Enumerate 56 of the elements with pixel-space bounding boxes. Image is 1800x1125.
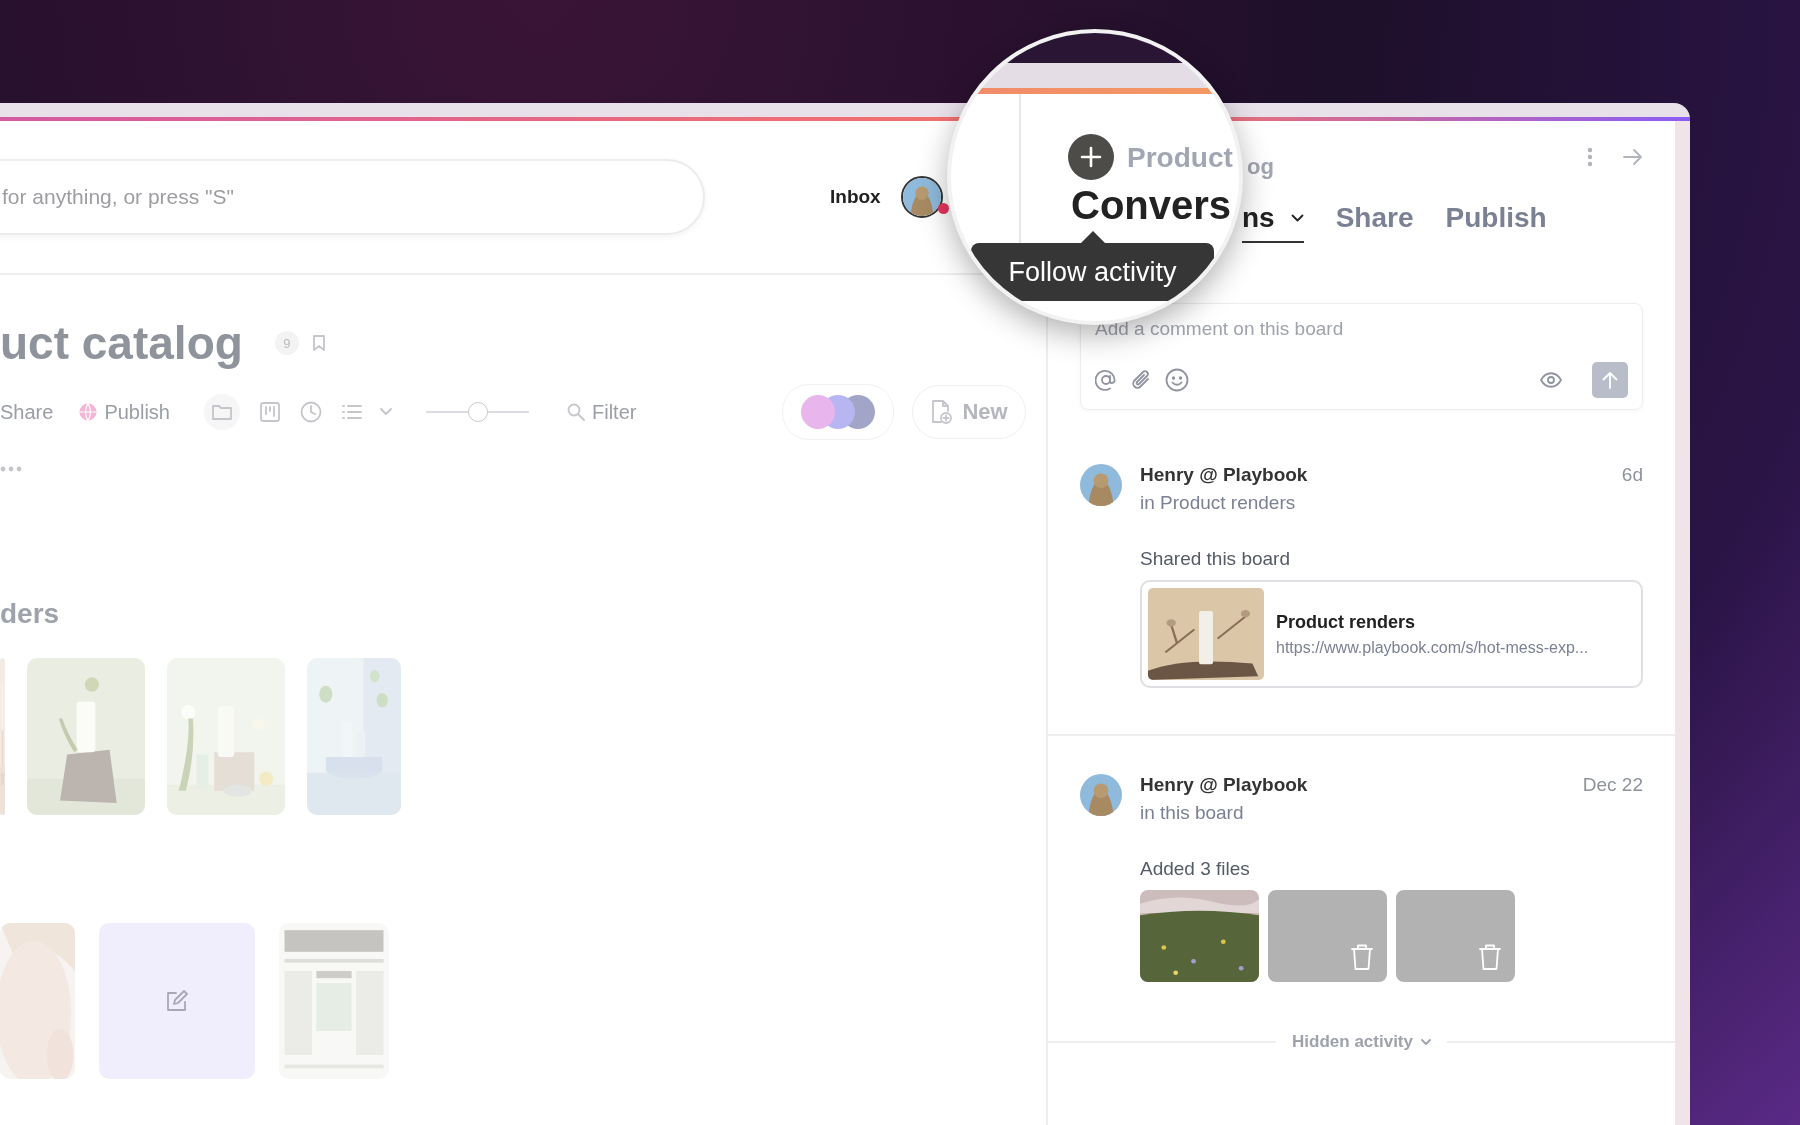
activity-context: in Product renders [1140, 492, 1297, 514]
board-title: uct catalog [0, 316, 243, 370]
chevron-down-icon [1420, 1039, 1431, 1045]
section-title: ders [0, 598, 61, 630]
bookmark-icon [311, 334, 326, 352]
inbox-link[interactable]: Inbox [830, 186, 881, 208]
search-field[interactable]: for anything, or press "S" [0, 159, 705, 235]
clock-icon [300, 401, 322, 423]
smiley-icon [1165, 368, 1189, 392]
activity-text: Added 3 files [1140, 858, 1251, 880]
filter-button[interactable]: Filter [567, 400, 637, 424]
arrow-up-icon [1602, 371, 1618, 389]
new-button[interactable]: New [912, 385, 1026, 439]
file-plus-icon [930, 400, 953, 424]
board-view-icon [260, 402, 280, 422]
avatar[interactable] [902, 178, 941, 216]
more-icon [1587, 147, 1593, 167]
activity-text: Shared this board [1140, 548, 1291, 570]
toolbar-link[interactable]: Share [0, 400, 54, 424]
send-button[interactable] [1592, 362, 1628, 398]
folder-icon [212, 403, 232, 421]
trash-icon [1479, 944, 1501, 970]
zoom-slider[interactable] [426, 402, 529, 422]
author-name: Henry @ Playbook [1140, 464, 1309, 486]
author-name: Henry @ Playbook [1140, 774, 1309, 796]
list-icon [342, 403, 362, 421]
more-icon [0, 466, 22, 472]
item-count: 9 [274, 331, 299, 355]
panel-tab[interactable]: Publish [1445, 193, 1547, 243]
at-sign-icon [1095, 369, 1117, 391]
link-title: Product renders [1276, 611, 1417, 633]
panel-tab[interactable]: ns [1242, 193, 1304, 243]
trash-icon [1351, 944, 1373, 970]
plus-icon [1080, 146, 1102, 168]
edit-icon [166, 990, 188, 1012]
tooltip: Follow activity [971, 231, 1214, 301]
timestamp: 6d [1621, 464, 1643, 487]
link-card[interactable]: Product renders https://www.playbook.com/s/hot-mess-exp... [1140, 580, 1643, 688]
paperclip-icon [1131, 369, 1151, 391]
search-icon [567, 403, 585, 421]
activity-context: in this board [1140, 802, 1245, 824]
panel-tab[interactable]: Convers [1071, 183, 1232, 227]
slider-thumb[interactable] [468, 402, 489, 422]
eye-icon [1540, 372, 1562, 388]
hidden-activity-toggle[interactable]: Hidden activity [1276, 1032, 1447, 1052]
globe-icon [79, 403, 98, 421]
arrow-right-icon [1623, 149, 1643, 165]
link-url: https://www.playbook.com/s/hot-mess-exp... [1276, 638, 1589, 657]
board-title: Product [1127, 142, 1233, 174]
panel-tab[interactable]: Share [1335, 193, 1414, 243]
board-title: og [1247, 154, 1274, 180]
toolbar-link[interactable]: Publish [79, 400, 170, 424]
avatar-group-icon[interactable] [800, 394, 876, 430]
timestamp: Dec 22 [1582, 774, 1643, 797]
follow-button[interactable] [1068, 134, 1114, 180]
caret-icon [380, 408, 392, 416]
